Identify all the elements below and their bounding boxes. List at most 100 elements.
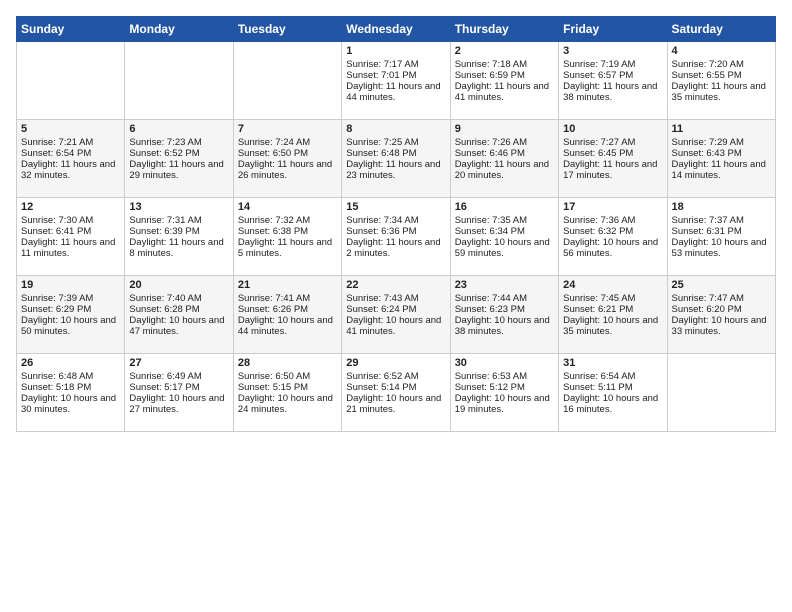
day-cell: 17Sunrise: 7:36 AMSunset: 6:32 PMDayligh… [559,198,667,276]
day-info: Sunset: 6:24 PM [346,304,445,315]
day-number: 30 [455,357,554,369]
day-info: Sunrise: 6:52 AM [346,371,445,382]
day-number: 3 [563,45,662,57]
day-number: 15 [346,201,445,213]
day-info: Sunrise: 7:17 AM [346,59,445,70]
day-info: Daylight: 10 hours and 16 minutes. [563,393,662,415]
weekday-monday: Monday [125,17,233,42]
day-info: Sunrise: 7:32 AM [238,215,337,226]
day-info: Sunrise: 6:50 AM [238,371,337,382]
day-info: Sunrise: 6:49 AM [129,371,228,382]
day-info: Sunrise: 7:35 AM [455,215,554,226]
day-info: Sunrise: 7:24 AM [238,137,337,148]
day-cell: 12Sunrise: 7:30 AMSunset: 6:41 PMDayligh… [17,198,125,276]
day-info: Daylight: 10 hours and 33 minutes. [672,315,771,337]
day-info: Sunset: 6:59 PM [455,70,554,81]
day-info: Sunrise: 7:30 AM [21,215,120,226]
day-cell: 22 Sunrise: 7:43 AMSunset: 6:24 PMDayligh… [342,276,450,354]
day-info: Daylight: 10 hours and 38 minutes. [455,315,554,337]
day-cell: 19 Sunrise: 7:39 AMSunset: 6:29 PMDayligh… [17,276,125,354]
day-info: Sunrise: 7:47 AM [672,293,771,304]
day-info: Sunrise: 7:20 AM [672,59,771,70]
day-number: 21 [238,279,337,291]
day-info: Sunset: 6:21 PM [563,304,662,315]
week-row-2: 12 Sunrise: 7:30 AMSunset: 6:41 PM Dayligh… [17,198,776,276]
day-info: Sunset: 5:18 PM [21,382,120,393]
day-info: Sunset: 6:52 PM [129,148,228,159]
day-info: Daylight: 10 hours and 41 minutes. [346,315,445,337]
day-number: 8 [346,123,445,135]
day-info: Daylight: 11 hours and 5 minutes. [238,237,337,259]
day-info: Sunset: 6:36 PM [346,226,445,237]
day-info: Daylight: 11 hours and 29 minutes. [129,159,228,181]
day-info: Daylight: 10 hours and 50 minutes. [21,315,120,337]
day-info: Sunrise: 7:31 AM [129,215,228,226]
day-info: Sunset: 6:41 PM [21,226,120,237]
day-info: Sunset: 6:20 PM [672,304,771,315]
day-number: 22 [346,279,445,291]
day-info: Daylight: 10 hours and 53 minutes. [672,237,771,259]
day-number: 27 [129,357,228,369]
day-number: 25 [672,279,771,291]
day-info: Sunrise: 7:41 AM [238,293,337,304]
day-number: 5 [21,123,120,135]
day-cell: 26Sunrise: 6:48 AMSunset: 5:18 PMDayligh… [17,354,125,432]
day-cell [125,42,233,120]
day-info: Sunrise: 7:39 AM [21,293,120,304]
day-info: Sunrise: 7:34 AM [346,215,445,226]
day-info: Daylight: 11 hours and 23 minutes. [346,159,445,181]
day-info: Daylight: 11 hours and 32 minutes. [21,159,120,181]
day-info: Sunrise: 7:19 AM [563,59,662,70]
day-info: Sunrise: 7:44 AM [455,293,554,304]
weekday-thursday: Thursday [450,17,558,42]
day-number: 13 [129,201,228,213]
day-info: Daylight: 11 hours and 8 minutes. [129,237,228,259]
day-cell: 28Sunrise: 6:50 AMSunset: 5:15 PMDayligh… [233,354,341,432]
day-cell: 14 Sunrise: 7:32 AMSunset: 6:38 PMDayligh… [233,198,341,276]
day-info: Daylight: 11 hours and 38 minutes. [563,81,662,103]
day-info: Daylight: 11 hours and 14 minutes. [672,159,771,181]
day-number: 14 [238,201,337,213]
day-info: Sunrise: 7:37 AM [672,215,771,226]
day-cell [667,354,775,432]
day-info: Sunset: 6:55 PM [672,70,771,81]
day-cell: 16Sunrise: 7:35 AMSunset: 6:34 PMDayligh… [450,198,558,276]
day-cell: 6Sunrise: 7:23 AMSunset: 6:52 PMDaylight… [125,120,233,198]
day-info: Daylight: 11 hours and 35 minutes. [672,81,771,103]
day-number: 24 [563,279,662,291]
day-number: 17 [563,201,662,213]
day-number: 12 [21,201,120,213]
day-cell: 13Sunrise: 7:31 AMSunset: 6:39 PMDayligh… [125,198,233,276]
day-info: Sunset: 5:14 PM [346,382,445,393]
day-info: Daylight: 10 hours and 56 minutes. [563,237,662,259]
day-info: Sunset: 6:50 PM [238,148,337,159]
day-info: Sunset: 6:38 PM [238,226,337,237]
day-number: 6 [129,123,228,135]
calendar-table: SundayMondayTuesdayWednesdayThursdayFrid… [16,16,776,432]
day-info: Sunset: 6:23 PM [455,304,554,315]
day-info: Sunrise: 6:53 AM [455,371,554,382]
day-cell: 23 Sunrise: 7:44 AMSunset: 6:23 PMDayligh… [450,276,558,354]
day-number: 10 [563,123,662,135]
day-info: Sunrise: 7:26 AM [455,137,554,148]
day-info: Sunset: 6:29 PM [21,304,120,315]
week-row-4: 26Sunrise: 6:48 AMSunset: 5:18 PMDayligh… [17,354,776,432]
day-info: Sunrise: 7:18 AM [455,59,554,70]
day-info: Sunset: 6:32 PM [563,226,662,237]
day-number: 23 [455,279,554,291]
day-cell: 30Sunrise: 6:53 AMSunset: 5:12 PMDayligh… [450,354,558,432]
weekday-sunday: Sunday [17,17,125,42]
day-number: 31 [563,357,662,369]
day-info: Daylight: 10 hours and 35 minutes. [563,315,662,337]
day-cell: 1Sunrise: 7:17 AMSunset: 7:01 PMDaylight… [342,42,450,120]
day-cell: 7Sunrise: 7:24 AMSunset: 6:50 PMDaylight… [233,120,341,198]
day-number: 2 [455,45,554,57]
day-info: Sunset: 5:15 PM [238,382,337,393]
day-info: Daylight: 10 hours and 19 minutes. [455,393,554,415]
day-info: Daylight: 10 hours and 27 minutes. [129,393,228,415]
day-info: Sunrise: 7:43 AM [346,293,445,304]
day-info: Sunset: 6:34 PM [455,226,554,237]
day-cell: 8Sunrise: 7:25 AMSunset: 6:48 PMDaylight… [342,120,450,198]
day-number: 19 [21,279,120,291]
day-cell: 4Sunrise: 7:20 AMSunset: 6:55 PMDaylight… [667,42,775,120]
